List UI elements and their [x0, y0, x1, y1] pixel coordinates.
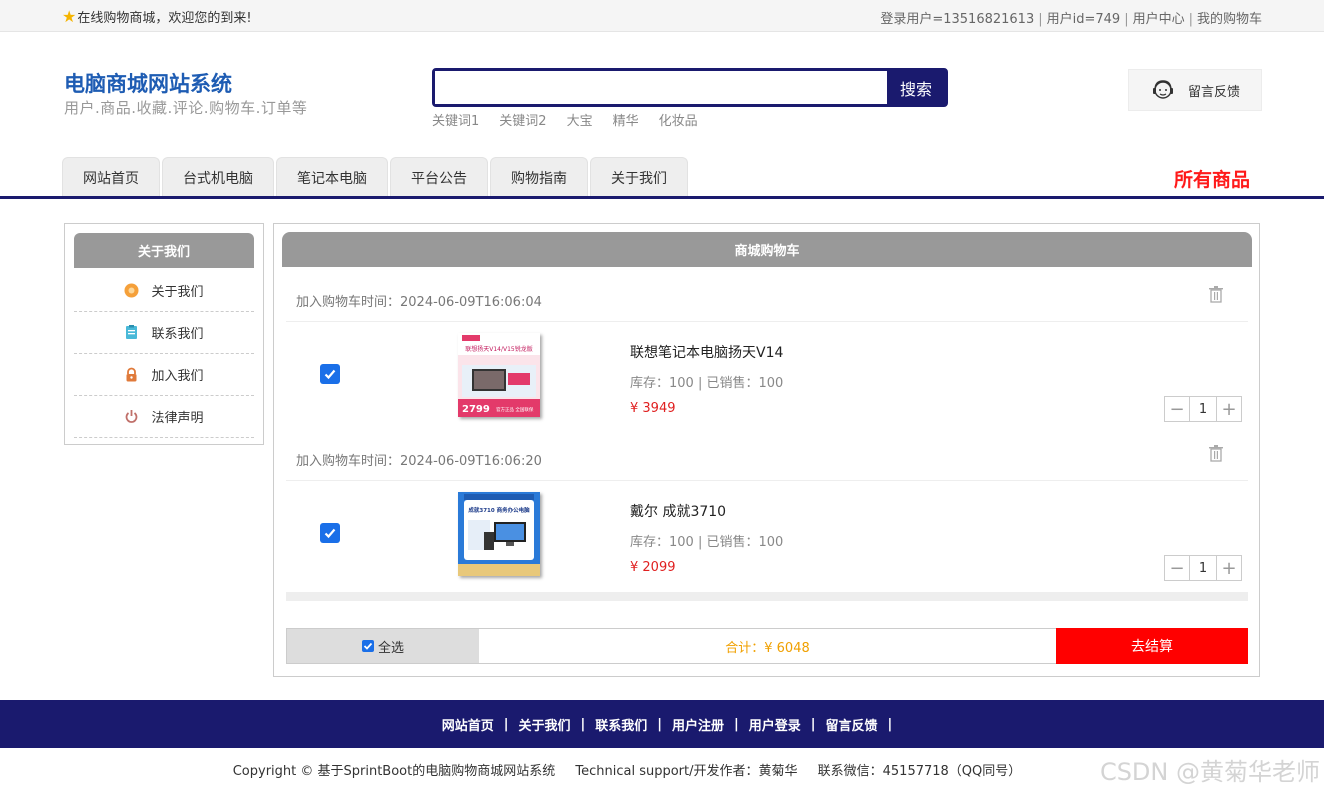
product-name[interactable]: 联想笔记本电脑扬天V14: [630, 342, 783, 362]
hot-keyword[interactable]: 关键词2: [499, 110, 546, 129]
hot-keyword[interactable]: 化妆品: [659, 110, 698, 129]
nav-tab-guide[interactable]: 购物指南: [490, 157, 588, 197]
copyright-text: Copyright © 基于SprintBoot的电脑购物商城网站系统: [232, 764, 556, 779]
support-text: Technical support/开发作者：黄菊华: [575, 764, 798, 779]
all-goods-link[interactable]: 所有商品: [1174, 165, 1250, 192]
sidebar-item-join[interactable]: 加入我们: [74, 354, 254, 396]
feedback-label: 留言反馈: [1187, 84, 1240, 100]
search-bar: 搜索: [432, 68, 948, 107]
sidebar: 关于我们 关于我们 联系我们 加入我们 法律声明: [64, 223, 264, 445]
cart-item: 加入购物车时间：2024-06-09T16:06:20 成就3710 商务办公电…: [286, 426, 1248, 596]
cart-separator: [286, 592, 1248, 601]
decrease-button[interactable]: −: [1165, 397, 1189, 421]
sidebar-item-label: 关于我们: [151, 285, 204, 300]
watermark: CSDN @黄菊华老师: [1099, 758, 1320, 786]
feedback-button[interactable]: 留言反馈: [1128, 69, 1262, 111]
sidebar-item-label: 加入我们: [151, 369, 204, 384]
footer-link-register[interactable]: 用户注册: [672, 715, 724, 734]
cart-summary: 全选 合计：¥ 6048 去结算: [286, 628, 1248, 664]
footer-link-login[interactable]: 用户登录: [749, 715, 801, 734]
product-price: ¥ 3949: [630, 401, 676, 416]
hot-keywords: 关键词1 关键词2 大宝 精华 化妆品: [432, 110, 718, 129]
user-links: 登录用户=13516821613 | 用户id=749 | 用户中心 | 我的购物车: [880, 12, 1262, 27]
thumb-headline: 成就3710 商务办公电脑: [468, 506, 530, 514]
contact-icon: [124, 325, 139, 340]
added-time: 加入购物车时间：2024-06-09T16:06:04: [296, 295, 542, 310]
hot-keyword[interactable]: 大宝: [567, 110, 593, 129]
welcome-text: 在线购物商城，欢迎您的到来!: [77, 11, 252, 26]
cart-title: 商城购物车: [282, 232, 1252, 267]
footer-link-feedback[interactable]: 留言反馈: [826, 715, 878, 734]
product-stock: 库存：100 | 已销售：100: [630, 535, 784, 550]
cart-panel: 商城购物车 加入购物车时间：2024-06-09T16:06:04 联想扬天V1…: [273, 223, 1260, 677]
cart-item: 加入购物车时间：2024-06-09T16:06:04 联想扬天V14/V15锐…: [286, 267, 1248, 447]
delete-icon[interactable]: [1208, 444, 1224, 466]
nav-tab-notice[interactable]: 平台公告: [390, 157, 488, 197]
sidebar-item-about[interactable]: 关于我们: [74, 270, 254, 312]
select-all-label: 全选: [377, 640, 404, 656]
lock-icon: [124, 367, 139, 382]
sidebar-item-legal[interactable]: 法律声明: [74, 396, 254, 438]
product-stock: 库存：100 | 已销售：100: [630, 376, 784, 391]
product-image[interactable]: 联想扬天V14/V15锐龙版 2799 官方正品 全国联保: [458, 333, 540, 417]
added-time: 加入购物车时间：2024-06-09T16:06:20: [296, 454, 542, 469]
delete-icon[interactable]: [1208, 285, 1224, 307]
about-icon: [124, 283, 139, 298]
quantity-value[interactable]: 1: [1189, 556, 1217, 580]
footer-link-about[interactable]: 关于我们: [518, 715, 570, 734]
select-all-check-icon: [361, 640, 374, 652]
customer-service-icon: [1152, 80, 1173, 99]
select-all-checkbox[interactable]: 全选: [287, 629, 479, 663]
item-checkbox[interactable]: [320, 364, 340, 384]
thumb-caption: 官方正品 全国联保: [496, 406, 534, 413]
item-divider: [286, 321, 1248, 322]
sidebar-item-label: 联系我们: [151, 327, 204, 342]
increase-button[interactable]: +: [1217, 556, 1241, 580]
nav-tab-about[interactable]: 关于我们: [590, 157, 688, 197]
sidebar-item-label: 法律声明: [151, 411, 204, 426]
my-cart-link[interactable]: 我的购物车: [1197, 12, 1262, 27]
thumb-price: 2799: [462, 404, 490, 415]
hot-keyword[interactable]: 精华: [613, 110, 639, 129]
hot-keyword[interactable]: 关键词1: [432, 110, 479, 129]
decrease-button[interactable]: −: [1165, 556, 1189, 580]
item-checkbox[interactable]: [320, 523, 340, 543]
search-input[interactable]: [435, 71, 887, 104]
nav-tab-laptop[interactable]: 笔记本电脑: [276, 157, 388, 197]
welcome-message: ★ 在线购物商城，欢迎您的到来!: [62, 7, 252, 26]
search-button[interactable]: 搜索: [887, 71, 945, 104]
footer-link-contact[interactable]: 联系我们: [595, 715, 647, 734]
user-center-link[interactable]: 用户中心: [1133, 12, 1185, 27]
item-divider: [286, 480, 1248, 481]
top-bar: ★ 在线购物商城，欢迎您的到来! 登录用户=13516821613 | 用户id=7…: [0, 0, 1324, 32]
thumb-headline: 联想扬天V14/V15锐龙版: [465, 345, 533, 353]
quantity-stepper: − 1 +: [1164, 555, 1242, 581]
user-id-text: 用户id=749: [1046, 12, 1121, 27]
contact-text: 联系微信：45157718（QQ同号）: [817, 764, 1022, 779]
product-price: ¥ 2099: [630, 560, 676, 575]
footer-link-home[interactable]: 网站首页: [442, 715, 494, 734]
product-image[interactable]: 成就3710 商务办公电脑: [458, 492, 540, 576]
nav-tab-home[interactable]: 网站首页: [62, 157, 160, 197]
login-user-text: 登录用户=13516821613: [880, 12, 1035, 27]
star-icon: ★: [62, 7, 77, 26]
cart-total: 合计：¥ 6048: [725, 640, 810, 656]
increase-button[interactable]: +: [1217, 397, 1241, 421]
nav-tab-desktop[interactable]: 台式机电脑: [162, 157, 274, 197]
power-icon: [124, 409, 139, 424]
site-subtitle: 用户.商品.收藏.评论.购物车.订单等: [64, 99, 308, 117]
site-title[interactable]: 电脑商城网站系统: [64, 68, 232, 98]
quantity-stepper: − 1 +: [1164, 396, 1242, 422]
nav-divider: [0, 196, 1324, 199]
sidebar-item-contact[interactable]: 联系我们: [74, 312, 254, 354]
product-name[interactable]: 戴尔 成就3710: [630, 501, 726, 521]
footer-nav: 网站首页 | 关于我们 | 联系我们 | 用户注册 | 用户登录 | 留言反馈 |: [0, 700, 1324, 748]
main-nav: 网站首页 台式机电脑 笔记本电脑 平台公告 购物指南 关于我们: [62, 157, 690, 197]
checkout-button[interactable]: 去结算: [1056, 628, 1248, 664]
sidebar-title: 关于我们: [74, 233, 254, 268]
quantity-value[interactable]: 1: [1189, 397, 1217, 421]
